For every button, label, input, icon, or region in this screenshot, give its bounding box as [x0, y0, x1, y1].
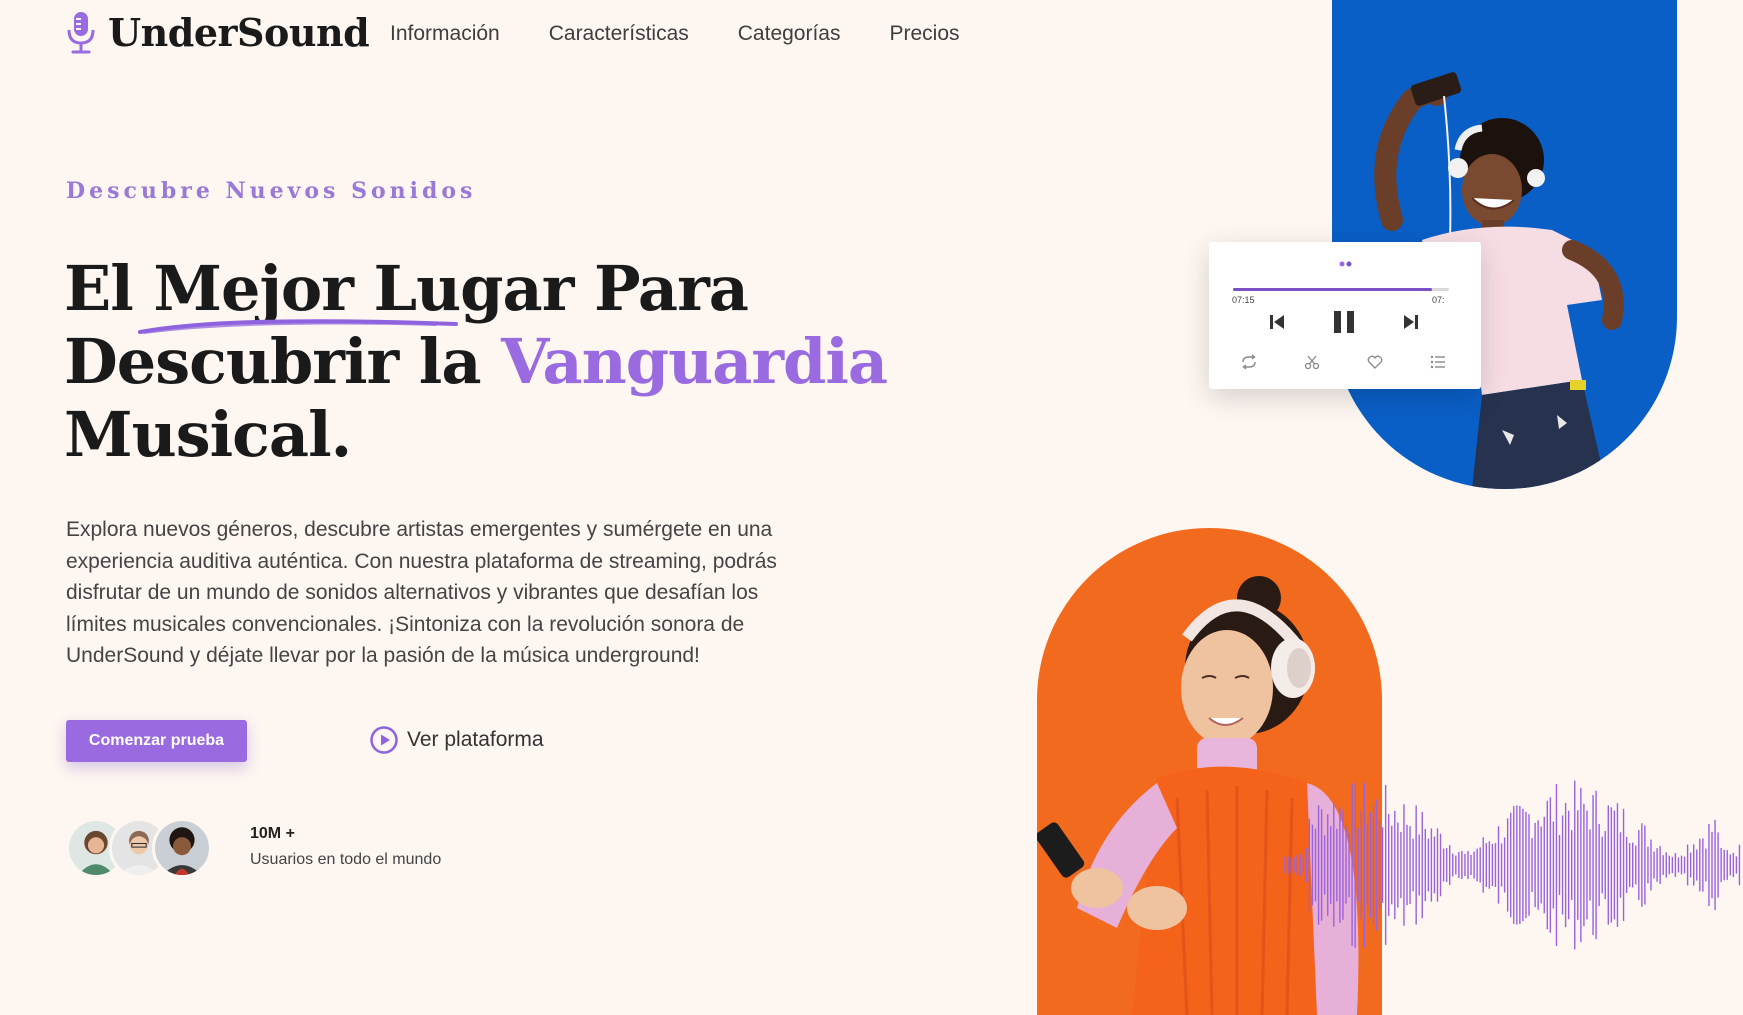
main-nav: Información Características Categorías P… — [390, 22, 960, 46]
next-icon — [1404, 315, 1418, 329]
time-current: 07:15 — [1232, 295, 1255, 305]
hero-headline: El Mejor Lugar Para Descubrir la Vanguar… — [64, 252, 888, 471]
progress-bar[interactable] — [1233, 288, 1449, 291]
brush-underline — [138, 319, 458, 334]
like-button[interactable] — [1367, 355, 1383, 369]
playlist-icon — [1430, 355, 1445, 369]
scissors-icon — [1304, 355, 1320, 370]
users-count: 10M + — [250, 825, 295, 842]
logo[interactable]: UnderSound — [66, 10, 370, 55]
heart-icon — [1367, 355, 1383, 369]
audio-waveform — [1284, 780, 1741, 950]
pause-button[interactable] — [1331, 308, 1357, 336]
progress-fill — [1233, 288, 1432, 291]
hero-eyebrow: Descubre Nuevos Sonidos — [66, 178, 477, 204]
brand-name: UnderSound — [108, 10, 370, 55]
cut-button[interactable] — [1304, 354, 1320, 370]
hero-description: Explora nuevos géneros, descubre artista… — [66, 518, 777, 667]
start-trial-button[interactable]: Comenzar prueba — [66, 720, 247, 762]
headline-line-1: El Mejor Lugar Para — [64, 252, 749, 325]
user-avatars — [66, 818, 216, 878]
previous-button[interactable] — [1267, 312, 1287, 332]
next-button[interactable] — [1401, 312, 1421, 332]
headline-line-3: Musical. — [64, 398, 352, 471]
nav-item-caracteristicas[interactable]: Características — [549, 22, 689, 46]
nav-item-categorias[interactable]: Categorías — [738, 22, 841, 46]
play-circle-icon — [370, 726, 398, 754]
repeat-button[interactable] — [1240, 354, 1258, 370]
nav-item-precios[interactable]: Precios — [890, 22, 960, 46]
drag-handle-icon[interactable] — [1338, 260, 1354, 268]
nav-item-informacion[interactable]: Información — [390, 22, 500, 46]
pause-icon — [1334, 311, 1354, 333]
playlist-button[interactable] — [1430, 355, 1446, 369]
repeat-icon — [1242, 354, 1256, 370]
view-platform-button[interactable]: Ver plataforma — [369, 725, 544, 755]
users-label: Usuarios en todo el mundo — [250, 851, 442, 868]
avatar — [152, 818, 212, 878]
headline-accent: Vanguardia — [501, 325, 888, 398]
microphone-icon — [67, 11, 95, 53]
time-total: 07: — [1432, 295, 1445, 305]
music-player-widget: 07:15 07: — [1209, 242, 1481, 389]
previous-icon — [1270, 315, 1284, 329]
view-platform-label: Ver plataforma — [407, 728, 544, 751]
